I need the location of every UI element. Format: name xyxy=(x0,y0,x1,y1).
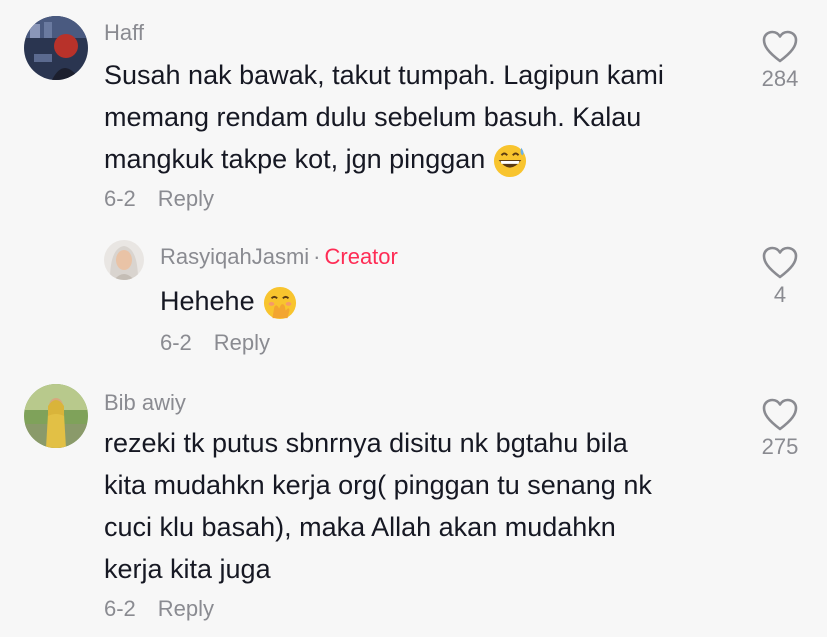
heart-icon[interactable] xyxy=(762,398,798,432)
comment-date: 6-2 xyxy=(104,596,136,621)
username[interactable]: Haff xyxy=(104,20,144,46)
like-group: 284 xyxy=(750,30,810,92)
comment-date: 6-2 xyxy=(160,330,192,355)
comment-meta: 6-2 Reply xyxy=(160,330,270,356)
like-group: 275 xyxy=(750,398,810,460)
comment-meta: 6-2 Reply xyxy=(104,186,214,212)
username-row: RasyiqahJasmi · Creator xyxy=(160,244,398,270)
reply-button[interactable]: Reply xyxy=(158,186,214,211)
separator: · xyxy=(313,244,321,269)
reply-button[interactable]: Reply xyxy=(158,596,214,621)
grinning-sweat-emoji-icon xyxy=(494,144,527,177)
comment-text-line: kerja kita juga xyxy=(104,554,271,584)
comment-text: Hehehe xyxy=(160,280,297,322)
like-count: 284 xyxy=(761,66,799,91)
comment-text-line: mangkuk takpe kot, jgn pinggan xyxy=(104,138,704,180)
avatar-image xyxy=(24,16,88,80)
hand-over-mouth-emoji-icon xyxy=(263,286,296,319)
reply-item: RasyiqahJasmi · Creator Hehehe 6-2 Reply 4 xyxy=(0,230,827,360)
comment-text-line: Hehehe xyxy=(160,280,297,322)
comment-text-line-content: Hehehe xyxy=(160,286,255,316)
username[interactable]: RasyiqahJasmi xyxy=(160,244,309,269)
heart-icon[interactable] xyxy=(762,30,798,64)
avatar-image xyxy=(104,240,144,280)
avatar-image xyxy=(24,384,88,448)
comment-item: Bib awiy rezeki tk putus sbnrnya disitu … xyxy=(0,376,827,637)
comment-text: rezeki tk putus sbnrnya disitu nk bgtahu… xyxy=(104,422,724,590)
avatar[interactable] xyxy=(104,240,144,280)
avatar[interactable] xyxy=(24,16,88,80)
like-count: 4 xyxy=(773,282,787,307)
comment-text-line-content: mangkuk takpe kot, jgn pinggan xyxy=(104,144,486,174)
comment-text-line: rezeki tk putus sbnrnya disitu nk bgtahu… xyxy=(104,428,628,458)
comment-meta: 6-2 Reply xyxy=(104,596,214,622)
username[interactable]: Bib awiy xyxy=(104,390,186,416)
heart-icon[interactable] xyxy=(762,246,798,280)
comment-item: Haff Susah nak bawak, takut tumpah. Lagi… xyxy=(0,0,827,220)
comment-text: Susah nak bawak, takut tumpah. Lagipun k… xyxy=(104,54,704,180)
comment-date: 6-2 xyxy=(104,186,136,211)
comment-text-line: cuci klu basah), maka Allah akan mudahkn xyxy=(104,512,616,542)
avatar[interactable] xyxy=(24,384,88,448)
reply-button[interactable]: Reply xyxy=(214,330,270,355)
comment-text-line: memang rendam dulu sebelum basuh. Kalau xyxy=(104,102,642,132)
comment-text-line: kita mudahkn kerja org( pinggan tu senan… xyxy=(104,470,652,500)
creator-badge: Creator xyxy=(324,244,398,269)
like-count: 275 xyxy=(761,434,799,459)
like-group: 4 xyxy=(750,246,810,308)
comment-text-line: Susah nak bawak, takut tumpah. Lagipun k… xyxy=(104,60,664,90)
